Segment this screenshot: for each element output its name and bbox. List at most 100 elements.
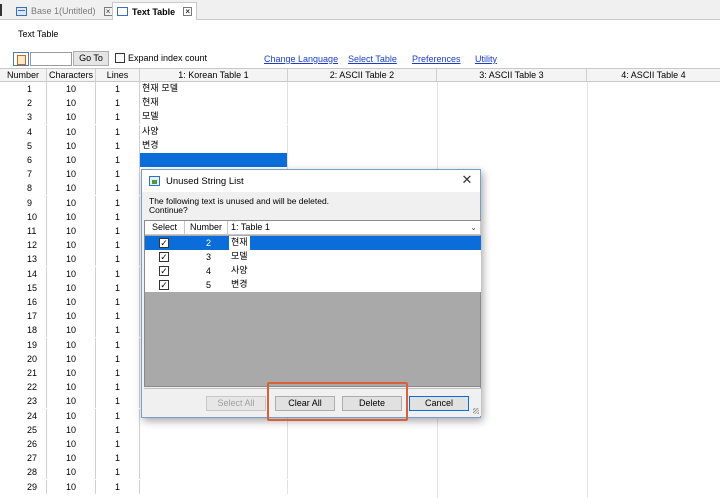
cell-lines[interactable]: 1 [96,408,140,423]
cell-lines[interactable]: 1 [96,422,140,437]
cell-korean-text[interactable] [140,479,288,494]
cell-number[interactable]: 11 [0,224,47,238]
cell-number[interactable]: 20 [0,351,47,366]
table-row[interactable]: 5 10 1 변경 [0,138,720,153]
cell-korean-text[interactable]: 현재 모델 [140,82,288,96]
column-header-ascii-table-2[interactable]: 2: ASCII Table 2 [288,69,437,82]
cell-korean-text[interactable] [140,451,288,466]
cell-characters[interactable]: 10 [47,138,96,153]
cell-korean-text[interactable]: 현재 [140,96,288,111]
cell-lines[interactable]: 1 [96,280,140,295]
cell-lines[interactable]: 1 [96,309,140,324]
cell-korean-text[interactable]: 사양 [140,124,288,139]
cell-lines[interactable]: 1 [96,479,140,494]
cell-number[interactable]: 14 [0,266,47,281]
cell-characters[interactable]: 10 [47,110,96,125]
cell-characters[interactable]: 10 [47,238,96,253]
cell-characters[interactable]: 10 [47,153,96,167]
cell-lines[interactable]: 1 [96,110,140,125]
select-checkbox[interactable]: ✓ [159,238,169,248]
expand-index-checkbox[interactable] [115,53,125,63]
document-icon[interactable] [13,52,29,66]
cell-lines[interactable]: 1 [96,380,140,395]
list-header-select[interactable]: Select [145,221,185,235]
list-item[interactable]: ✓ 2 현재 [145,236,481,250]
cell-number[interactable]: 1 [0,82,47,96]
list-item[interactable]: ✓ 4 사양 [145,264,481,278]
cell-number[interactable]: 5 [0,138,47,153]
cell-characters[interactable]: 10 [47,252,96,267]
table-row[interactable]: 26 10 1 [0,437,720,451]
cell-lines[interactable]: 1 [96,351,140,366]
table-row[interactable]: 3 10 1 모델 [0,110,720,125]
table-row[interactable]: 6 10 1 [0,153,720,167]
cell-characters[interactable]: 10 [47,195,96,210]
cell-lines[interactable]: 1 [96,96,140,111]
column-header-number[interactable]: Number [0,69,47,82]
cell-characters[interactable]: 10 [47,465,96,480]
cell-number[interactable]: 28 [0,465,47,480]
cell-number[interactable]: 21 [0,366,47,380]
cell-characters[interactable]: 10 [47,124,96,139]
cell-korean-text[interactable] [140,437,288,451]
cell-number[interactable]: 8 [0,181,47,196]
cell-characters[interactable]: 10 [47,437,96,451]
table-row[interactable]: 27 10 1 [0,451,720,466]
cell-characters[interactable]: 10 [47,82,96,96]
cell-lines[interactable]: 1 [96,337,140,352]
cell-characters[interactable]: 10 [47,209,96,224]
cell-lines[interactable]: 1 [96,266,140,281]
cell-lines[interactable]: 1 [96,195,140,210]
cell-characters[interactable]: 10 [47,408,96,423]
cell-number[interactable]: 17 [0,309,47,324]
cell-number[interactable]: 18 [0,323,47,338]
select-table-link[interactable]: Select Table [348,54,397,64]
cell-lines[interactable]: 1 [96,124,140,139]
cell-lines[interactable]: 1 [96,138,140,153]
cell-number[interactable]: 7 [0,167,47,182]
cell-lines[interactable]: 1 [96,323,140,338]
cell-korean-text[interactable] [140,465,288,480]
cell-lines[interactable]: 1 [96,451,140,466]
cell-characters[interactable]: 10 [47,96,96,111]
cell-characters[interactable]: 10 [47,351,96,366]
tab-text-table[interactable]: Text Table × [112,2,198,20]
cell-characters[interactable]: 10 [47,394,96,409]
select-checkbox[interactable]: ✓ [159,252,169,262]
list-header-number[interactable]: Number [185,221,228,235]
cell-lines[interactable]: 1 [96,209,140,224]
cell-number[interactable]: 2 [0,96,47,111]
cell-characters[interactable]: 10 [47,451,96,466]
dialog-title-bar[interactable]: Unused String List ✕ [142,170,480,192]
cell-korean-text[interactable] [140,422,288,437]
cell-number[interactable]: 13 [0,252,47,267]
tab-base-1[interactable]: Base 1(Untitled) × [12,2,117,20]
list-item[interactable]: ✓ 5 변경 [145,278,481,292]
cell-characters[interactable]: 10 [47,479,96,494]
table-row[interactable]: 25 10 1 [0,422,720,437]
list-item[interactable]: ✓ 3 모델 [145,250,481,264]
cell-number[interactable]: 12 [0,238,47,253]
cancel-button[interactable]: Cancel [409,396,469,411]
cell-number[interactable]: 23 [0,394,47,409]
select-checkbox[interactable]: ✓ [159,280,169,290]
cell-number[interactable]: 25 [0,422,47,437]
cell-lines[interactable]: 1 [96,82,140,96]
cell-characters[interactable]: 10 [47,181,96,196]
cell-number[interactable]: 3 [0,110,47,125]
cell-number[interactable]: 6 [0,153,47,167]
table-row[interactable]: 28 10 1 [0,465,720,480]
goto-button[interactable]: Go To [73,51,109,66]
cell-lines[interactable]: 1 [96,167,140,182]
table-row[interactable]: 1 10 1 현재 모델 [0,82,720,96]
cell-korean-text[interactable]: 모델 [140,110,288,125]
cell-number[interactable]: 26 [0,437,47,451]
cell-lines[interactable]: 1 [96,437,140,451]
cell-characters[interactable]: 10 [47,224,96,238]
cell-number[interactable]: 24 [0,408,47,423]
cell-lines[interactable]: 1 [96,366,140,380]
cell-characters[interactable]: 10 [47,295,96,309]
column-header-ascii-table-3[interactable]: 3: ASCII Table 3 [437,69,587,82]
cell-characters[interactable]: 10 [47,266,96,281]
cell-lines[interactable]: 1 [96,295,140,309]
